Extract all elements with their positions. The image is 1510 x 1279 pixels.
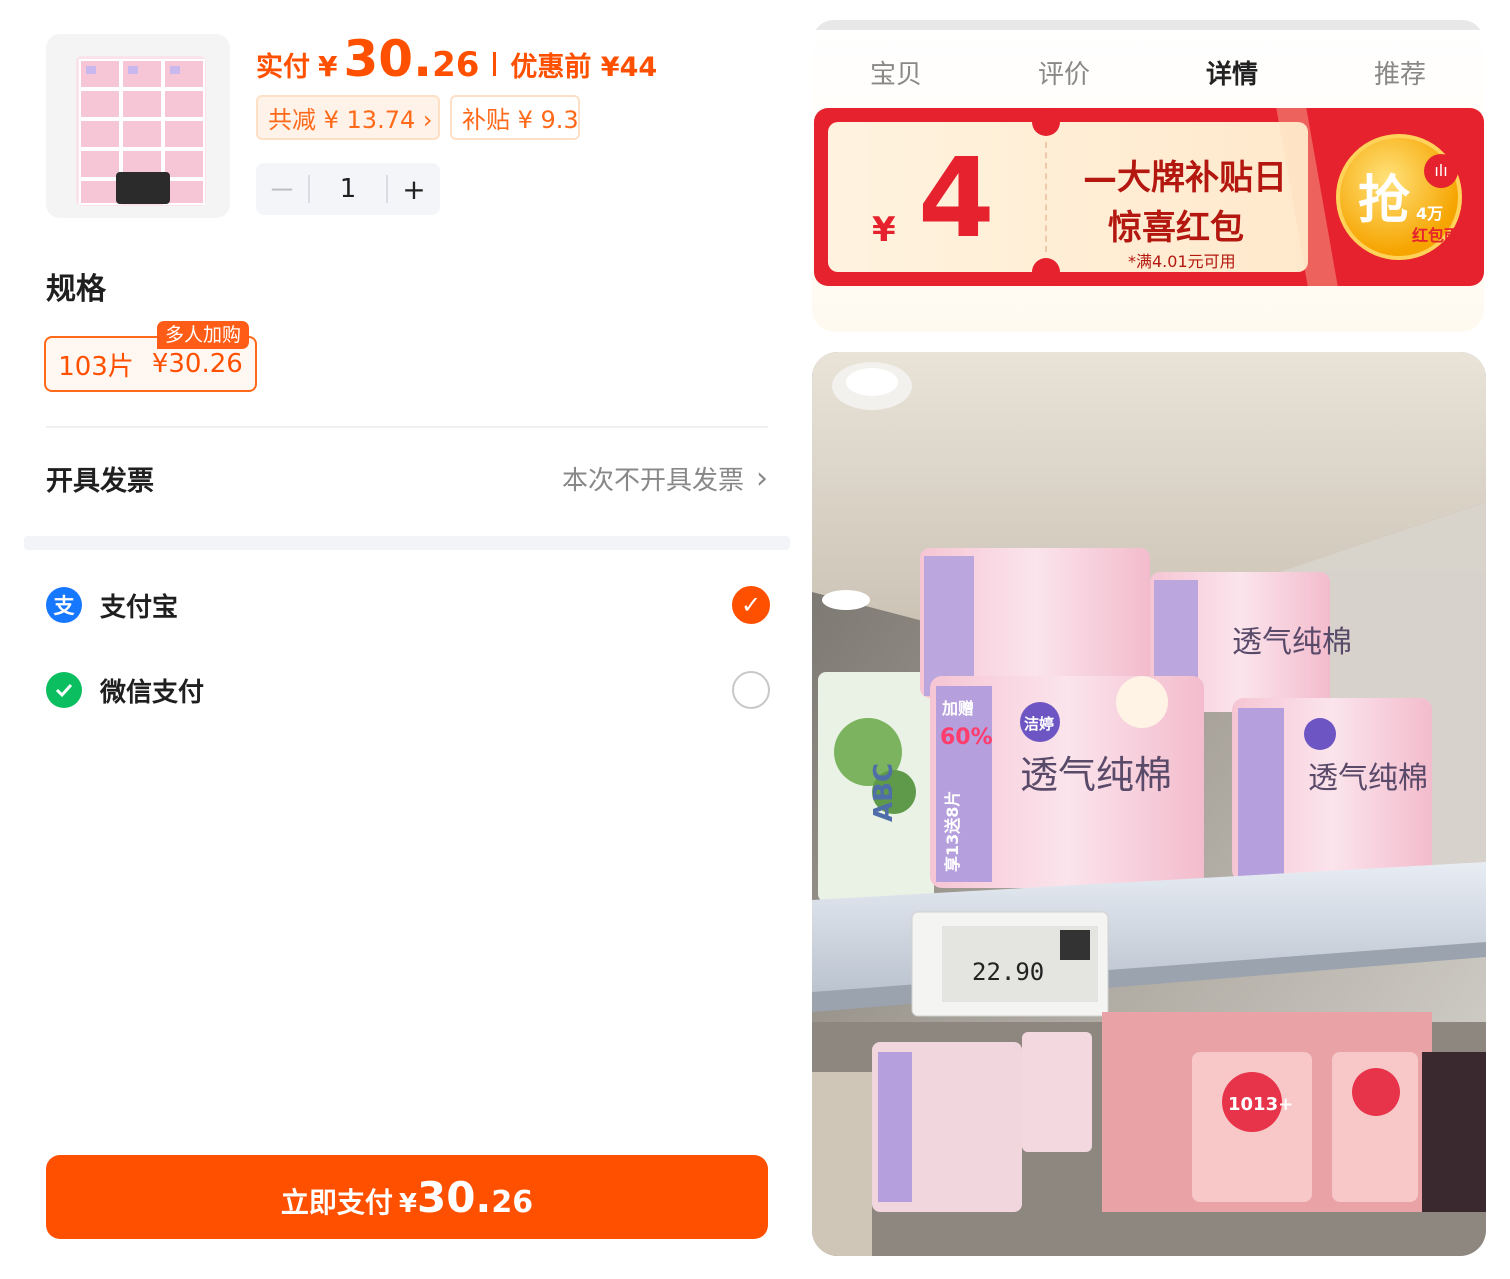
selected-radio-check-icon[interactable]: ✓ <box>732 586 770 624</box>
payment-method-name: 支付宝 <box>100 592 179 623</box>
promo-top: 加赠 <box>941 699 974 718</box>
invoice-label: 开具发票 <box>46 465 154 497</box>
payment-option-alipay[interactable]: 支 支付宝 ✓ <box>46 584 770 626</box>
product-thumbnail <box>46 34 230 218</box>
invoice-value-wrap: 本次不开具发票 › <box>562 460 768 497</box>
status-strip <box>812 20 1484 30</box>
coupon-notch-top <box>1032 108 1060 136</box>
coupon-amount: 4 <box>918 134 995 262</box>
unselected-radio[interactable] <box>732 671 770 709</box>
spec-option-quantity: 103片 <box>58 351 134 382</box>
paid-currency: ¥ <box>318 50 338 83</box>
coupon-condition: *满4.01元可用 <box>1128 252 1236 271</box>
detail-tabs: 宝贝 评价 详情 推荐 <box>812 54 1484 91</box>
divider <box>46 426 768 428</box>
spec-option-price: ¥30.26 <box>151 349 243 379</box>
pack-name-back: 透气纯棉 <box>1232 625 1352 660</box>
grab-amount: 4万 <box>1416 204 1444 223</box>
spec-section-title: 规格 <box>46 272 106 307</box>
shelf-price-label: 22.90 <box>911 911 1109 1017</box>
coupon-dash <box>1045 142 1047 252</box>
grab-button[interactable]: 抢 ılı 4万 红包雨 <box>1336 134 1462 260</box>
coupon-ticket: ¥ 4 —大牌补贴日 惊喜红包 *满4.01元可用 <box>828 108 1308 286</box>
tab-recommend[interactable]: 推荐 <box>1316 54 1484 91</box>
coupon-currency: ¥ <box>872 210 896 250</box>
price-summary: 实付 ¥ 30. 26 优惠前 ¥44 <box>256 30 657 90</box>
shelf-price: 22.90 <box>972 958 1044 986</box>
tab-details[interactable]: 详情 <box>1148 54 1316 91</box>
promo-percentage: 60% <box>940 725 993 750</box>
chevron-right-icon: › <box>756 460 768 496</box>
product-pack-back-left <box>920 548 1150 698</box>
quantity-stepper: － 1 + <box>256 163 440 215</box>
grab-rain-label: 红包雨 <box>1412 226 1461 245</box>
side-brand-text: ABC <box>869 763 899 822</box>
product-pack-front-left: 加赠 60% 洁婷 透气纯棉 享13送8片 <box>930 676 1204 888</box>
pay-now-currency: ¥ <box>398 1189 417 1219</box>
promo-side: 享13送8片 <box>943 791 962 872</box>
paid-price-decimal: 26 <box>432 45 480 85</box>
pack-name-front-right: 透气纯棉 <box>1308 761 1428 796</box>
discount-detail-tag[interactable]: 共减 ¥ 13.74 › <box>256 95 440 140</box>
pay-now-price-decimal: 26 <box>491 1185 534 1220</box>
product-pack-front-right: 透气纯棉 <box>1232 698 1432 882</box>
paid-label: 实付 <box>256 52 310 83</box>
decrease-quantity-button[interactable]: － <box>256 169 308 209</box>
product-shelf-photo: ABC 透气纯棉 加赠 60% 洁婷 透气纯棉 享13送8片 透气纯棉 22.9… <box>812 352 1486 1256</box>
quantity-value[interactable]: 1 <box>308 175 388 203</box>
small-product-label: 1013+ <box>1228 1094 1293 1115</box>
invoice-row[interactable]: 开具发票 本次不开具发票 › <box>46 458 768 498</box>
original-price: 优惠前 ¥44 <box>510 52 658 83</box>
grab-label: 抢 <box>1358 171 1411 231</box>
paid-price-integer: 30. <box>343 30 433 88</box>
wechat-pay-icon <box>46 672 82 708</box>
tab-item[interactable]: 宝贝 <box>812 54 980 91</box>
subsidy-tag: 补贴 ¥ 9.3 <box>450 95 580 140</box>
section-separator <box>24 536 790 550</box>
product-detail-header: 宝贝 评价 详情 推荐 ¥ 4 —大牌补贴日 惊喜红包 *满4.01元可用 抢 … <box>812 20 1484 332</box>
pay-now-label: 立即支付 <box>280 1186 393 1219</box>
checkout-panel: 实付 ¥ 30. 26 优惠前 ¥44 共减 ¥ 13.74 › 补贴 ¥ 9.… <box>0 0 800 1279</box>
red-packet-coupon[interactable]: ¥ 4 —大牌补贴日 惊喜红包 *满4.01元可用 抢 ılı 4万 红包雨 <box>814 108 1484 286</box>
payment-method-name: 微信支付 <box>100 677 205 708</box>
brand-logo-text: 洁婷 <box>1024 715 1054 733</box>
increase-quantity-button[interactable]: + <box>388 173 440 206</box>
pay-now-price-integer: 30. <box>416 1173 492 1222</box>
pay-now-button[interactable]: 立即支付 ¥ 30. 26 <box>46 1155 768 1239</box>
coupon-notch-bottom <box>1032 258 1060 286</box>
alipay-icon: 支 <box>46 587 82 623</box>
coupon-subtitle: 惊喜红包 <box>1108 208 1244 248</box>
payment-option-wechat[interactable]: 微信支付 <box>46 669 770 711</box>
pack-name-front-left: 透气纯棉 <box>1020 753 1172 797</box>
group-buy-badge: 多人加购 <box>157 321 250 349</box>
coupon-title: —大牌补贴日 <box>1083 158 1287 198</box>
price-separator <box>493 52 497 76</box>
sound-bars-icon: ılı <box>1424 154 1458 188</box>
tab-reviews[interactable]: 评价 <box>980 54 1148 91</box>
invoice-value: 本次不开具发票 <box>561 465 744 496</box>
